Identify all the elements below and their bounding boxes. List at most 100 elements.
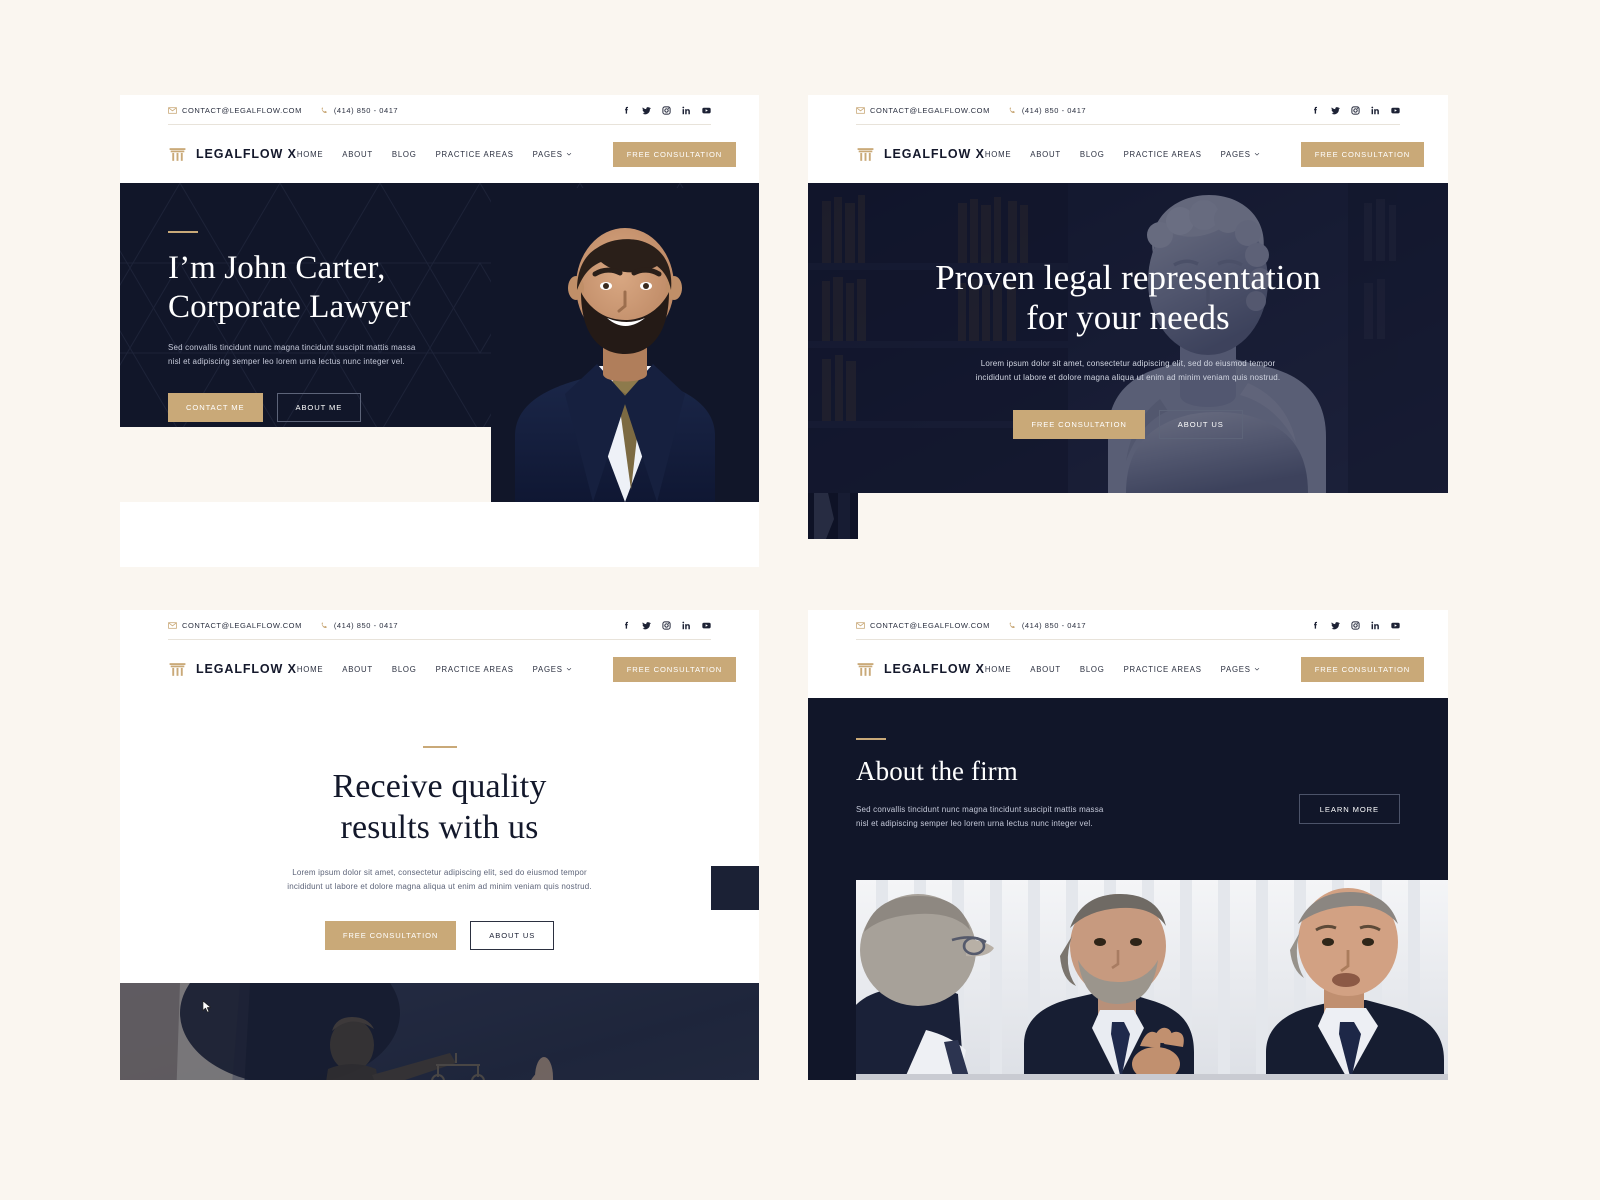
envelope-icon	[168, 106, 177, 115]
nav-label: PRACTICE AREAS	[1123, 664, 1202, 674]
nav-item-blog[interactable]: BLOG	[1080, 665, 1105, 674]
hero-section: I’m John Carter, Corporate Lawyer Sed co…	[120, 183, 759, 502]
linkedin-icon[interactable]	[1371, 106, 1380, 115]
brand-name: LEGALFLOW X	[884, 662, 985, 676]
nav-item-blog[interactable]: BLOG	[1080, 150, 1105, 159]
nav-label: BLOG	[1079, 664, 1105, 674]
twitter-icon[interactable]	[642, 106, 651, 115]
brand-logo[interactable]: LEGALFLOW X	[168, 660, 297, 679]
facebook-icon[interactable]	[622, 621, 631, 630]
learn-more-button[interactable]: LEARN MORE	[1298, 794, 1400, 824]
nav-links: HOME ABOUT BLOG PRACTICE AREAS PAGES FRE…	[297, 141, 737, 167]
nav-item-home[interactable]: HOME	[297, 665, 323, 674]
nav-item-pages[interactable]: PAGES	[533, 665, 572, 674]
linkedin-icon[interactable]	[682, 106, 691, 115]
linkedin-icon[interactable]	[1371, 621, 1380, 630]
email-link[interactable]: CONTACT@LEGALFLOW.COM	[856, 106, 990, 115]
phone-text: (414) 850 - 0417	[333, 105, 399, 115]
twitter-icon[interactable]	[1331, 621, 1340, 630]
nav-links: HOME ABOUT BLOG PRACTICE AREAS PAGES FRE…	[985, 656, 1425, 682]
nav-item-pages[interactable]: PAGES	[533, 150, 572, 159]
phone-icon	[1008, 621, 1017, 630]
contact-me-button[interactable]: CONTACT ME	[168, 393, 263, 423]
about-subtitle: Sed convallis tincidunt nunc magna tinci…	[856, 803, 1156, 831]
email-link[interactable]: CONTACT@LEGALFLOW.COM	[168, 106, 302, 115]
brand-logo[interactable]: LEGALFLOW X	[856, 660, 985, 679]
email-text: CONTACT@LEGALFLOW.COM	[870, 105, 990, 115]
about-us-button[interactable]: ABOUT US	[470, 920, 555, 950]
column-pillar-icon	[168, 660, 187, 679]
nav-item-blog[interactable]: BLOG	[392, 665, 417, 674]
nav-label: ABOUT	[1030, 149, 1061, 159]
twitter-icon[interactable]	[1331, 106, 1340, 115]
free-consultation-button[interactable]: FREE CONSULTATION	[1300, 141, 1425, 167]
instagram-icon[interactable]	[662, 105, 671, 115]
instagram-icon[interactable]	[1351, 620, 1360, 630]
youtube-icon[interactable]	[702, 106, 711, 115]
lawyer-portrait-image	[491, 188, 759, 502]
nav-item-home[interactable]: HOME	[985, 665, 1011, 674]
phone-link[interactable]: (414) 850 - 0417	[1008, 621, 1086, 630]
free-consultation-button[interactable]: FREE CONSULTATION	[1300, 656, 1425, 682]
chevron-down-icon	[566, 151, 572, 157]
nav-label: ABOUT	[342, 664, 373, 674]
hero-title-line-2: for your needs	[1026, 298, 1230, 338]
free-consultation-hero-button[interactable]: FREE CONSULTATION	[1013, 409, 1145, 439]
phone-link[interactable]: (414) 850 - 0417	[320, 106, 398, 115]
nav-item-about[interactable]: ABOUT	[1030, 665, 1061, 674]
nav-item-practice-areas[interactable]: PRACTICE AREAS	[1124, 665, 1202, 674]
nav-label: BLOG	[391, 664, 417, 674]
accent-rule	[168, 231, 198, 233]
main-navbar: LEGALFLOW X HOME ABOUT BLOG PRACTICE ARE…	[808, 640, 1448, 698]
nav-label: HOME	[984, 664, 1012, 674]
nav-item-pages[interactable]: PAGES	[1221, 665, 1260, 674]
nav-item-about[interactable]: ABOUT	[342, 150, 373, 159]
youtube-icon[interactable]	[702, 621, 711, 630]
hero-subtitle-line-2: incididunt ut labore et dolore magna ali…	[975, 372, 1281, 382]
nav-item-about[interactable]: ABOUT	[342, 665, 373, 674]
nav-item-blog[interactable]: BLOG	[392, 150, 417, 159]
facebook-icon[interactable]	[1311, 621, 1320, 630]
brand-logo[interactable]: LEGALFLOW X	[856, 145, 985, 164]
phone-link[interactable]: (414) 850 - 0417	[1008, 106, 1086, 115]
free-consultation-hero-button[interactable]: FREE CONSULTATION	[324, 920, 457, 950]
youtube-icon[interactable]	[1391, 621, 1400, 630]
nav-item-practice-areas[interactable]: PRACTICE AREAS	[1124, 150, 1202, 159]
phone-link[interactable]: (414) 850 - 0417	[320, 621, 398, 630]
about-me-button[interactable]: ABOUT ME	[276, 393, 362, 423]
nav-item-about[interactable]: ABOUT	[1030, 150, 1061, 159]
brand-logo[interactable]: LEGALFLOW X	[168, 145, 297, 164]
nav-item-pages[interactable]: PAGES	[1221, 150, 1260, 159]
nav-label: ABOUT	[1030, 664, 1061, 674]
email-link[interactable]: CONTACT@LEGALFLOW.COM	[856, 621, 990, 630]
nav-item-practice-areas[interactable]: PRACTICE AREAS	[436, 150, 514, 159]
facebook-icon[interactable]	[1311, 106, 1320, 115]
panel-about-firm: CONTACT@LEGALFLOW.COM (414) 850 - 0417 L…	[808, 610, 1448, 1080]
phone-text: (414) 850 - 0417	[1021, 620, 1087, 630]
nav-label: PRACTICE AREAS	[435, 664, 514, 674]
linkedin-icon[interactable]	[682, 621, 691, 630]
nav-item-home[interactable]: HOME	[985, 150, 1011, 159]
nav-links: HOME ABOUT BLOG PRACTICE AREAS PAGES FRE…	[297, 656, 737, 682]
youtube-icon[interactable]	[1391, 106, 1400, 115]
brand-name: LEGALFLOW X	[884, 147, 985, 161]
about-subtitle-line-2: nisl et adipiscing semper leo lorem urna…	[856, 818, 1093, 828]
twitter-icon[interactable]	[642, 621, 651, 630]
facebook-icon[interactable]	[622, 106, 631, 115]
free-consultation-button[interactable]: FREE CONSULTATION	[612, 656, 737, 682]
contact-group: CONTACT@LEGALFLOW.COM (414) 850 - 0417	[168, 106, 398, 115]
contact-topbar: CONTACT@LEGALFLOW.COM (414) 850 - 0417	[120, 95, 759, 125]
about-us-button[interactable]: ABOUT US	[1158, 409, 1243, 439]
hero-footer-strip	[808, 493, 1448, 567]
hero-subtitle: Sed convallis tincidunt nunc magna tinci…	[168, 341, 488, 369]
phone-text: (414) 850 - 0417	[333, 620, 399, 630]
hero-subtitle-line-1: Sed convallis tincidunt nunc magna tinci…	[168, 343, 416, 353]
instagram-icon[interactable]	[662, 620, 671, 630]
brand-name: LEGALFLOW X	[196, 662, 297, 676]
free-consultation-button[interactable]: FREE CONSULTATION	[612, 141, 737, 167]
email-link[interactable]: CONTACT@LEGALFLOW.COM	[168, 621, 302, 630]
nav-label: PAGES	[1220, 664, 1251, 674]
nav-item-home[interactable]: HOME	[297, 150, 323, 159]
instagram-icon[interactable]	[1351, 105, 1360, 115]
nav-item-practice-areas[interactable]: PRACTICE AREAS	[436, 665, 514, 674]
